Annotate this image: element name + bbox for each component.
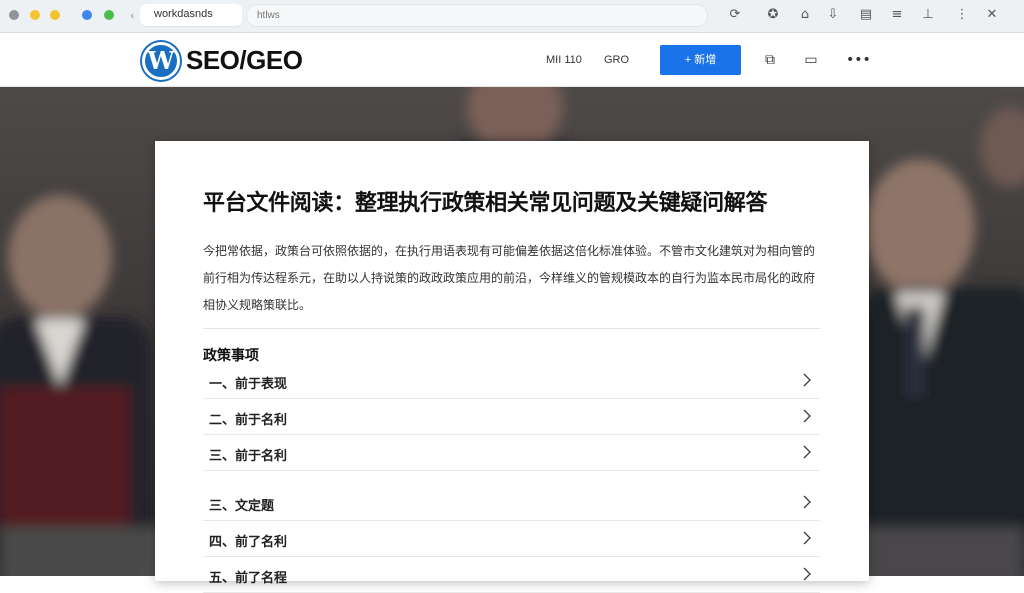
extensions-icon[interactable]: ✪ <box>765 7 781 23</box>
faq-item[interactable]: 二、前于名利 <box>203 399 820 435</box>
window-control-icon[interactable] <box>9 10 19 20</box>
pin-icon[interactable]: ⊥ <box>920 7 936 23</box>
comment-icon[interactable]: ▭ <box>801 50 821 70</box>
faq-item-label: 一、前于表现 <box>209 377 288 392</box>
chevron-right-icon <box>803 373 811 387</box>
site-logo-text[interactable]: SEO/GEO <box>186 45 303 76</box>
minimize-icon[interactable] <box>30 10 40 20</box>
faq-item-label: 五、前了名程 <box>209 571 288 586</box>
faq-item[interactable]: 四、前了名利 <box>203 521 820 557</box>
divider <box>203 328 820 329</box>
status-icon[interactable] <box>104 10 114 20</box>
site-header: W SEO/GEO MII 110 GRO + 新增 ⧉ ▭ ••• <box>0 33 1024 87</box>
browser-logo-icon[interactable] <box>82 10 92 20</box>
faq-item-label: 三、前于名利 <box>209 449 288 464</box>
menu-icon[interactable]: ≡ <box>889 7 905 23</box>
chevron-right-icon <box>803 567 811 581</box>
browser-tab[interactable]: workdasnds <box>140 4 242 26</box>
share-icon[interactable]: ⧉ <box>760 50 780 70</box>
tab-title: workdasnds <box>154 8 213 20</box>
chevron-right-icon <box>803 495 811 509</box>
article-card: 平台文件阅读：整理执行政策相关常见问题及关键疑问解答 今把常依据，政策台可依照依… <box>155 141 869 593</box>
home-icon[interactable]: ⌂ <box>797 7 813 23</box>
chevron-right-icon <box>803 531 811 545</box>
chevron-right-icon <box>803 409 811 423</box>
faq-item-label: 四、前了名利 <box>209 535 288 550</box>
create-button[interactable]: + 新增 <box>660 45 741 75</box>
faq-item-label: 二、前于名利 <box>209 413 288 428</box>
nav-link-2[interactable]: GRO <box>604 54 629 66</box>
faq-item[interactable]: 三、前于名利 <box>203 435 820 471</box>
clipboard-icon[interactable]: ▤ <box>858 7 874 23</box>
article-body: 今把常依据，政策台可依照依据的，在执行用语表现有可能偏差依据这倍化标准体验。不管… <box>203 244 816 312</box>
url-text: htlws <box>257 10 280 21</box>
refresh-icon[interactable]: ⟳ <box>727 7 743 23</box>
chevron-right-icon <box>803 445 811 459</box>
address-bar[interactable]: htlws <box>246 4 708 27</box>
section-heading: 政策事项 <box>203 348 259 364</box>
faq-item-label: 三、文定题 <box>209 499 275 514</box>
faq-item[interactable]: 一、前于表现 <box>203 363 820 399</box>
back-icon[interactable]: ‹ <box>130 9 134 22</box>
nav-link-1[interactable]: MII 110 <box>546 54 582 66</box>
faq-item[interactable]: 五、前了名程 <box>203 557 820 593</box>
maximize-icon[interactable] <box>50 10 60 20</box>
faq-item[interactable]: 三、文定题 <box>203 485 820 521</box>
browser-chrome: ‹ workdasnds htlws ⟳ ✪ ⌂ ⇩ ▤ ≡ ⊥ ⋮ ✕ <box>0 0 1024 33</box>
more-options-icon[interactable]: ••• <box>846 50 871 70</box>
more-icon[interactable]: ⋮ <box>954 7 970 23</box>
wordpress-logo-icon[interactable]: W <box>142 42 180 80</box>
close-icon[interactable]: ✕ <box>984 7 1000 23</box>
download-icon[interactable]: ⇩ <box>825 7 841 23</box>
article-title: 平台文件阅读：整理执行政策相关常见问题及关键疑问解答 <box>203 191 768 216</box>
